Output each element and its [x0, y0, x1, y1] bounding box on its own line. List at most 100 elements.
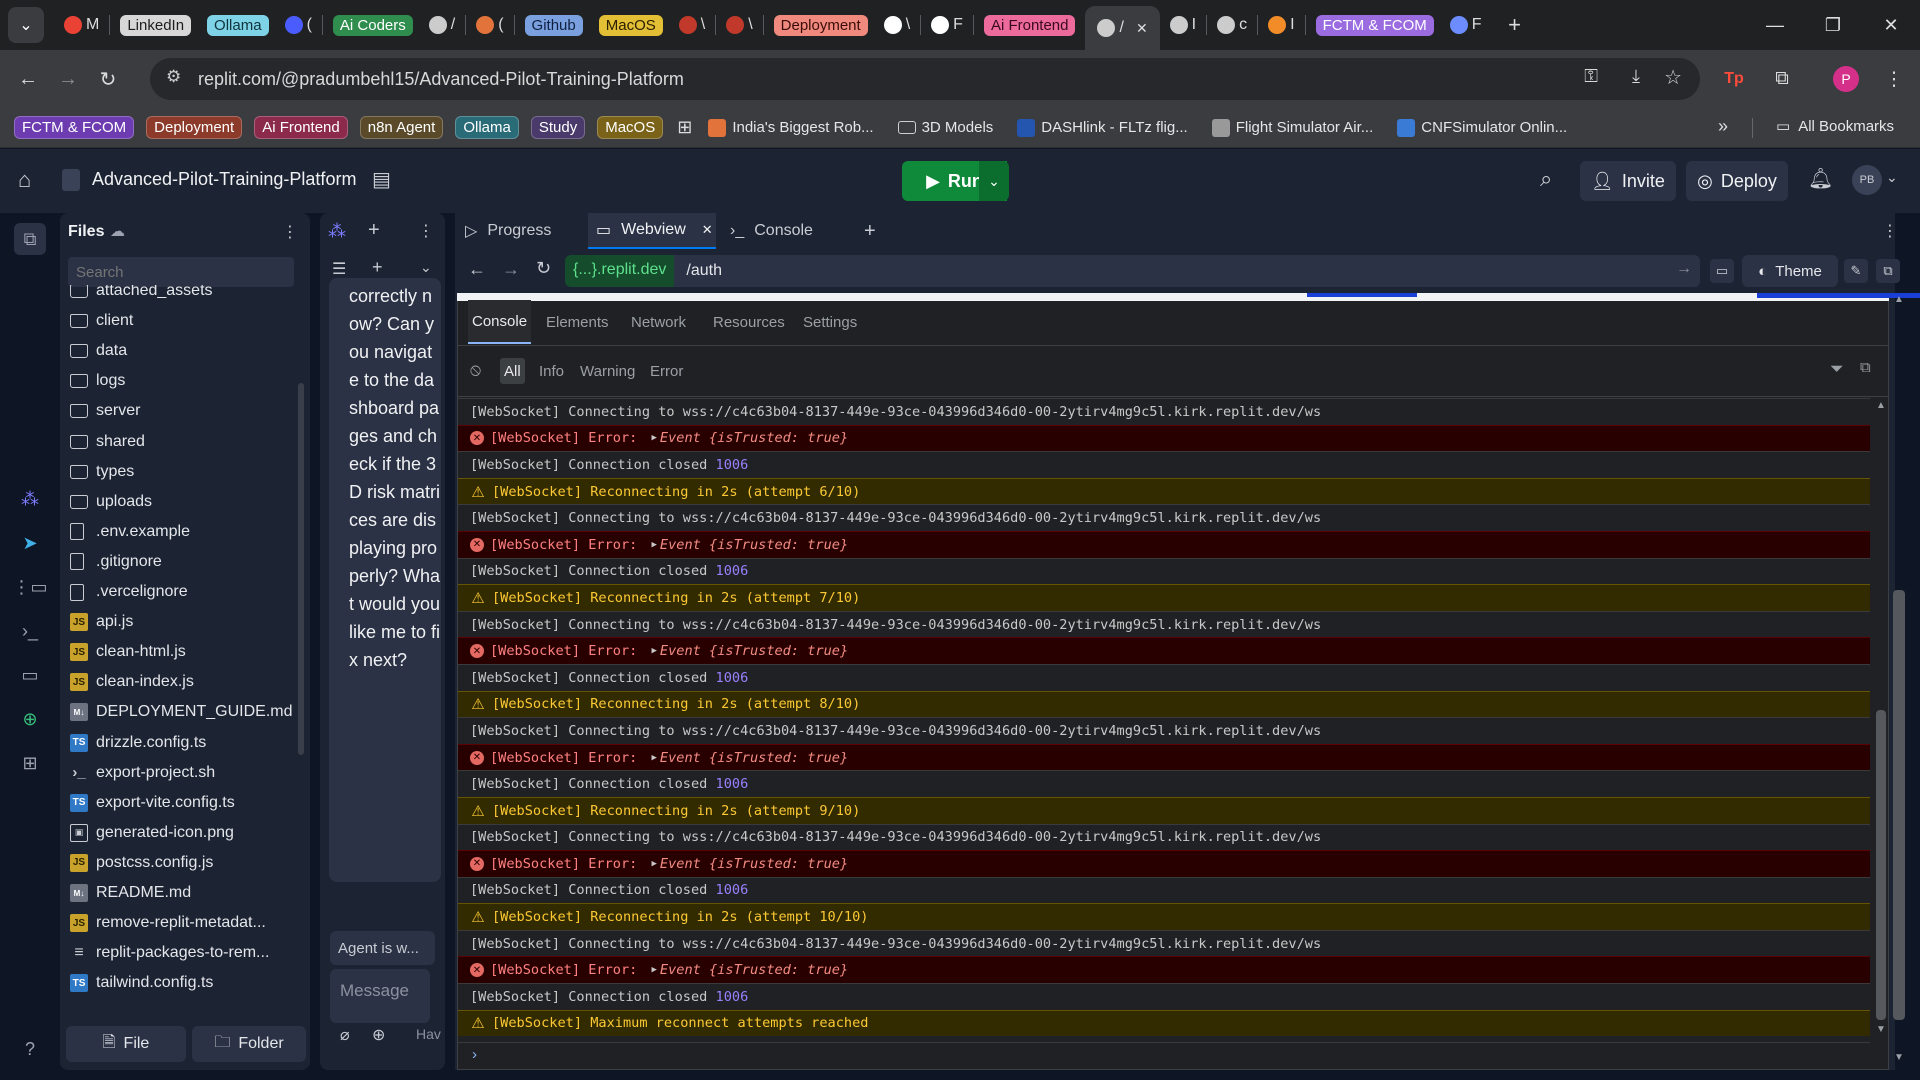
- file-item[interactable]: .vercelignore: [70, 578, 188, 606]
- console-prompt[interactable]: ›: [458, 1042, 1870, 1066]
- file-item[interactable]: M↓ README.md: [70, 879, 191, 907]
- chevron-down-icon[interactable]: ⌄: [420, 259, 432, 276]
- bookmark-item[interactable]: FCTM & FCOM: [14, 116, 135, 139]
- webview-reload-button[interactable]: ↻: [536, 258, 551, 279]
- assistant-tool-icon[interactable]: ➤: [14, 527, 46, 559]
- event-object[interactable]: Event {isTrusted: true}: [660, 750, 848, 766]
- new-tab-button[interactable]: +: [1500, 12, 1530, 38]
- folder-item[interactable]: client: [70, 307, 133, 335]
- more-bookmarks-icon[interactable]: »: [1718, 116, 1728, 137]
- project-info-icon[interactable]: ▤: [372, 167, 391, 192]
- browser-tab[interactable]: /: [423, 8, 461, 42]
- browser-tab[interactable]: \: [673, 8, 711, 42]
- install-app-icon[interactable]: ⤓: [1632, 66, 1640, 87]
- deploy-button[interactable]: ◎ Deploy: [1686, 161, 1788, 201]
- filter-all[interactable]: All: [500, 358, 525, 384]
- browser-tab[interactable]: I: [1164, 8, 1202, 42]
- expand-triangle-icon[interactable]: ▶: [652, 540, 657, 550]
- event-object[interactable]: Event {isTrusted: true}: [660, 643, 848, 659]
- browser-tab[interactable]: \: [720, 8, 758, 42]
- tab-webview[interactable]: ▭ Webview ✕: [588, 213, 716, 249]
- theme-button[interactable]: ◐ Theme: [1742, 255, 1838, 287]
- event-object[interactable]: Event {isTrusted: true}: [660, 537, 848, 553]
- search-icon[interactable]: ⌕: [1540, 166, 1552, 192]
- webview-tool-icon[interactable]: ▭: [14, 659, 46, 691]
- file-item[interactable]: JS api.js: [70, 608, 133, 636]
- file-item[interactable]: JS postcss.config.js: [70, 849, 213, 877]
- file-item[interactable]: JS remove-replit-metadat...: [70, 909, 266, 937]
- browser-tab[interactable]: FCTM & FCOM: [1310, 8, 1440, 42]
- agent-icon[interactable]: ⁂: [328, 221, 346, 242]
- browser-tab[interactable]: Deployment: [768, 8, 874, 42]
- folder-item[interactable]: logs: [70, 367, 125, 395]
- agent-tool-icon[interactable]: ⁂: [14, 483, 46, 515]
- expand-triangle-icon[interactable]: ▶: [652, 965, 657, 975]
- files-tool-icon[interactable]: ⧉: [14, 223, 46, 255]
- browser-tab[interactable]: / ✕: [1085, 6, 1160, 50]
- webview-back-button[interactable]: ←: [468, 259, 486, 280]
- apps-grid-icon[interactable]: ⊞: [677, 117, 692, 138]
- bookmark-item[interactable]: India's Biggest Rob...: [708, 118, 874, 137]
- clear-console-icon[interactable]: ⦸: [470, 360, 481, 380]
- console-tool-icon[interactable]: ›_: [14, 615, 46, 647]
- target-icon[interactable]: ⊕: [372, 1025, 385, 1045]
- file-item[interactable]: JS clean-index.js: [70, 668, 194, 696]
- close-tab-icon[interactable]: ✕: [702, 222, 713, 238]
- file-item[interactable]: TS tailwind.config.ts: [70, 969, 213, 995]
- webview-url-bar[interactable]: {...}.replit.dev /auth →: [565, 255, 1700, 287]
- webview-scroll-up-icon[interactable]: ▲: [1894, 294, 1904, 305]
- filter-funnel-icon[interactable]: ⏷: [1830, 359, 1844, 379]
- new-folder-button[interactable]: 🗀︎ Folder: [192, 1026, 306, 1062]
- event-object[interactable]: Event {isTrusted: true}: [660, 430, 848, 446]
- devtools-tab-console[interactable]: Console: [468, 300, 532, 344]
- deploy-tool-icon[interactable]: ⊕: [14, 703, 46, 735]
- webview-path[interactable]: /auth: [686, 262, 722, 280]
- go-arrow-icon[interactable]: →: [1676, 260, 1692, 278]
- browser-tab[interactable]: M: [58, 8, 105, 42]
- browser-tab[interactable]: Github: [519, 8, 589, 42]
- browser-tab[interactable]: Ai Frontend: [978, 8, 1082, 42]
- message-input[interactable]: Message: [330, 969, 430, 1023]
- devtools-tab-resources[interactable]: Resources: [713, 300, 785, 344]
- folder-item[interactable]: shared: [70, 428, 145, 456]
- browser-tab[interactable]: \: [878, 8, 916, 42]
- password-key-icon[interactable]: ⚿: [1584, 66, 1598, 87]
- event-object[interactable]: Event {isTrusted: true}: [660, 856, 848, 872]
- browser-tab[interactable]: LinkedIn: [114, 8, 197, 42]
- history-list-icon[interactable]: ☰: [332, 259, 346, 279]
- bookmark-item[interactable]: DASHlink - FLTz flig...: [1017, 118, 1188, 137]
- bookmark-item[interactable]: Deployment: [146, 116, 243, 139]
- help-icon[interactable]: ?: [14, 1033, 46, 1065]
- file-item[interactable]: ▣ generated-icon.png: [70, 819, 234, 847]
- back-button[interactable]: ←: [8, 59, 48, 99]
- browser-tab[interactable]: Ai Coders: [327, 8, 419, 42]
- folder-item[interactable]: server: [70, 397, 140, 425]
- forward-button[interactable]: →: [48, 59, 88, 99]
- address-bar[interactable]: ⚙ replit.com/@pradumbehl15/Advanced-Pilo…: [150, 58, 1700, 100]
- webview-forward-button[interactable]: →: [502, 259, 520, 280]
- add-icon[interactable]: +: [372, 257, 383, 278]
- expand-triangle-icon[interactable]: ▶: [652, 646, 657, 656]
- device-preview-icon[interactable]: ▭: [1710, 259, 1734, 283]
- file-item[interactable]: M↓ DEPLOYMENT_GUIDE.md: [70, 698, 292, 726]
- file-item[interactable]: TS drizzle.config.ts: [70, 729, 206, 757]
- file-item[interactable]: .env.example: [70, 518, 190, 546]
- webview-domain[interactable]: {...}.replit.dev: [565, 255, 675, 287]
- file-item[interactable]: TS export-vite.config.ts: [70, 789, 235, 817]
- bookmark-item[interactable]: Ai Frontend: [254, 116, 348, 139]
- tab-search-button[interactable]: ⌄: [8, 7, 44, 43]
- bookmark-item[interactable]: 3D Models: [897, 119, 993, 136]
- new-chat-icon[interactable]: +: [368, 219, 380, 242]
- webview-scroll-down-icon[interactable]: ▼: [1894, 1052, 1904, 1063]
- browser-tab[interactable]: (: [470, 8, 509, 42]
- file-item[interactable]: ›_ export-project.sh: [70, 759, 215, 787]
- file-tree-scrollbar[interactable]: [298, 383, 304, 755]
- run-options-button[interactable]: ⌄: [979, 161, 1009, 201]
- browser-tab[interactable]: F: [925, 8, 969, 42]
- bookmark-item[interactable]: MacOS: [597, 116, 664, 139]
- console-scrollbar[interactable]: [1876, 710, 1886, 1020]
- attach-icon[interactable]: ⌀: [340, 1025, 350, 1045]
- close-tab-icon[interactable]: ✕: [1136, 20, 1148, 37]
- expand-triangle-icon[interactable]: ▶: [652, 753, 657, 763]
- folder-item[interactable]: uploads: [70, 488, 152, 516]
